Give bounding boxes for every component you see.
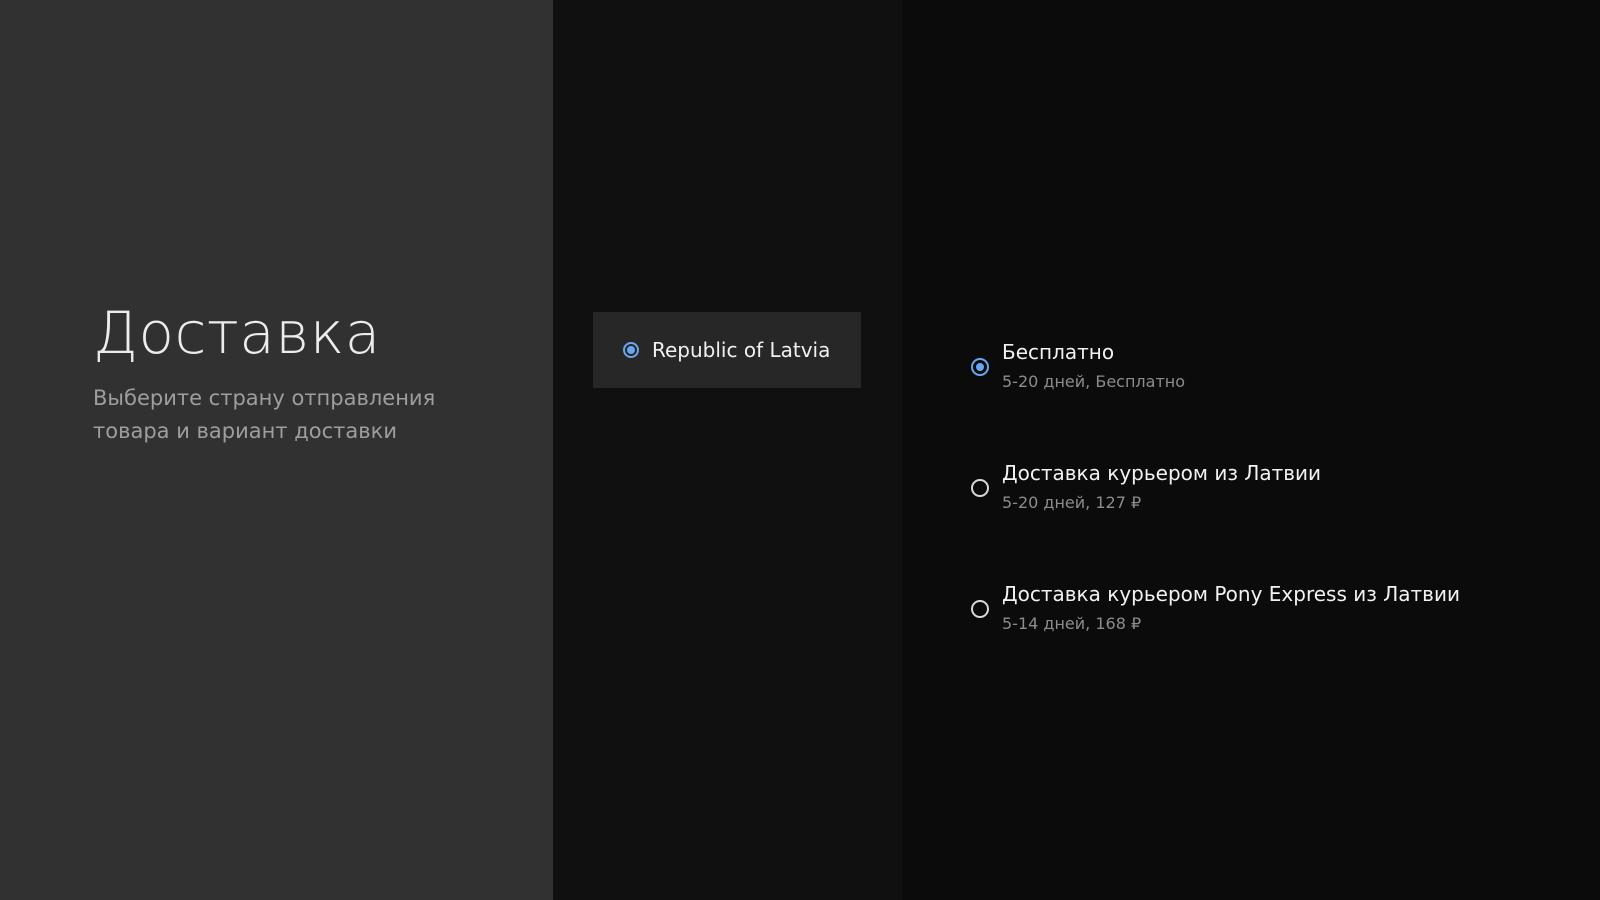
delivery-option-free[interactable]: Бесплатно 5-20 дней, Бесплатно	[971, 338, 1185, 394]
option-title: Бесплатно	[1002, 340, 1115, 364]
option-text: Бесплатно 5-20 дней, Бесплатно	[1002, 338, 1185, 394]
radio-selected-icon	[971, 358, 989, 376]
page-title: Доставка	[93, 299, 381, 367]
info-panel: Доставка Выберите страну отправления тов…	[0, 0, 553, 900]
delivery-options-panel: Бесплатно 5-20 дней, Бесплатно Доставка …	[902, 0, 1600, 900]
country-list: Republic of Latvia	[553, 0, 902, 900]
delivery-screen: Доставка Выберите страну отправления тов…	[0, 0, 1600, 900]
option-title: Доставка курьером Pony Express из Латвии	[1002, 582, 1460, 606]
option-text: Доставка курьером из Латвии 5-20 дней, 1…	[1002, 459, 1321, 515]
option-text: Доставка курьером Pony Express из Латвии…	[1002, 580, 1460, 636]
option-description: 5-20 дней, Бесплатно	[1002, 372, 1186, 391]
radio-selected-icon	[623, 342, 639, 358]
delivery-option-courier-latvia[interactable]: Доставка курьером из Латвии 5-20 дней, 1…	[971, 459, 1321, 515]
option-description: 5-14 дней, 168 ₽	[1002, 614, 1142, 633]
radio-unselected-icon	[971, 479, 989, 497]
option-description: 5-20 дней, 127 ₽	[1002, 493, 1142, 512]
country-label: Republic of Latvia	[652, 338, 831, 362]
page-subtitle: Выберите страну отправления товара и вар…	[93, 386, 436, 443]
option-title: Доставка курьером из Латвии	[1002, 461, 1322, 485]
radio-unselected-icon	[971, 600, 989, 618]
delivery-option-pony-express[interactable]: Доставка курьером Pony Express из Латвии…	[971, 580, 1460, 636]
country-item-latvia[interactable]: Republic of Latvia	[593, 312, 861, 388]
